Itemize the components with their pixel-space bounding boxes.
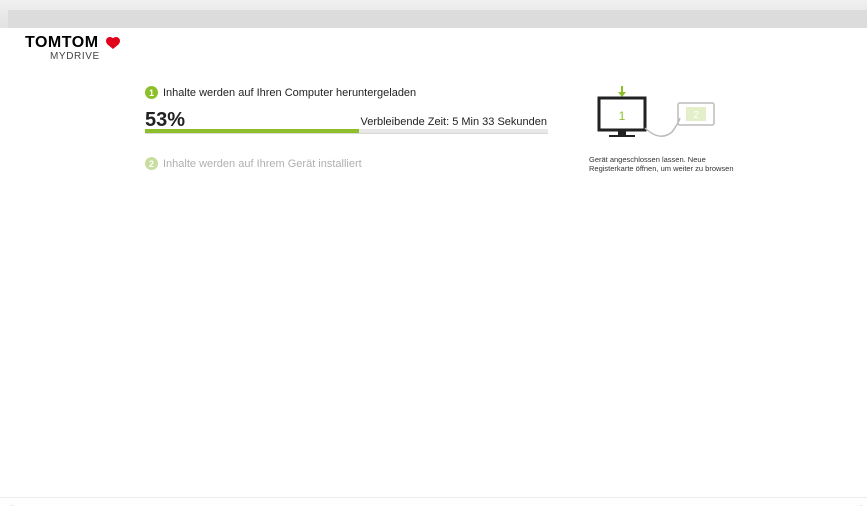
- cable-line: [644, 117, 681, 137]
- step-1-number: 1: [145, 86, 158, 99]
- computer-monitor-icon: 1: [597, 96, 647, 137]
- status-message: Gerät angeschlossen lassen. Neue Registe…: [589, 155, 779, 173]
- progress-bar: [145, 129, 548, 134]
- status-line-2: Registerkarte öffnen, um weiter zu brows…: [589, 164, 734, 173]
- footer: — —: [0, 497, 867, 509]
- top-bar: [0, 0, 867, 28]
- step-download: 1 Inhalte werden auf Ihren Computer heru…: [145, 86, 416, 99]
- logo-text: TOMTOM: [25, 34, 99, 51]
- screen-2-number: 2: [693, 110, 699, 121]
- step-2-label: Inhalte werden auf Ihrem Gerät installie…: [163, 157, 362, 170]
- screen-1-number: 1: [619, 109, 626, 123]
- step-1-label: Inhalte werden auf Ihren Computer herunt…: [163, 86, 417, 99]
- status-line-1: Gerät angeschlossen lassen. Neue: [589, 155, 706, 164]
- tomtom-hands-icon: [106, 37, 120, 49]
- footer-right-links[interactable]: —: [859, 502, 863, 507]
- logo-subtext: MYDRIVE: [50, 51, 100, 62]
- progress-fill: [145, 129, 359, 133]
- navigation-device-icon: 2: [677, 102, 715, 126]
- download-arrow-icon: [618, 86, 626, 97]
- remaining-time: Verbleibende Zeit: 5 Min 33 Sekunden: [360, 116, 547, 128]
- top-bar-strip: [8, 10, 867, 28]
- step-2-number: 2: [145, 157, 158, 170]
- tomtom-logo[interactable]: TOMTOM MYDRIVE: [25, 34, 125, 64]
- step-install: 2 Inhalte werden auf Ihrem Gerät install…: [145, 157, 362, 170]
- footer-left-text: —: [10, 502, 14, 507]
- device-illustration: 1 2: [597, 86, 715, 137]
